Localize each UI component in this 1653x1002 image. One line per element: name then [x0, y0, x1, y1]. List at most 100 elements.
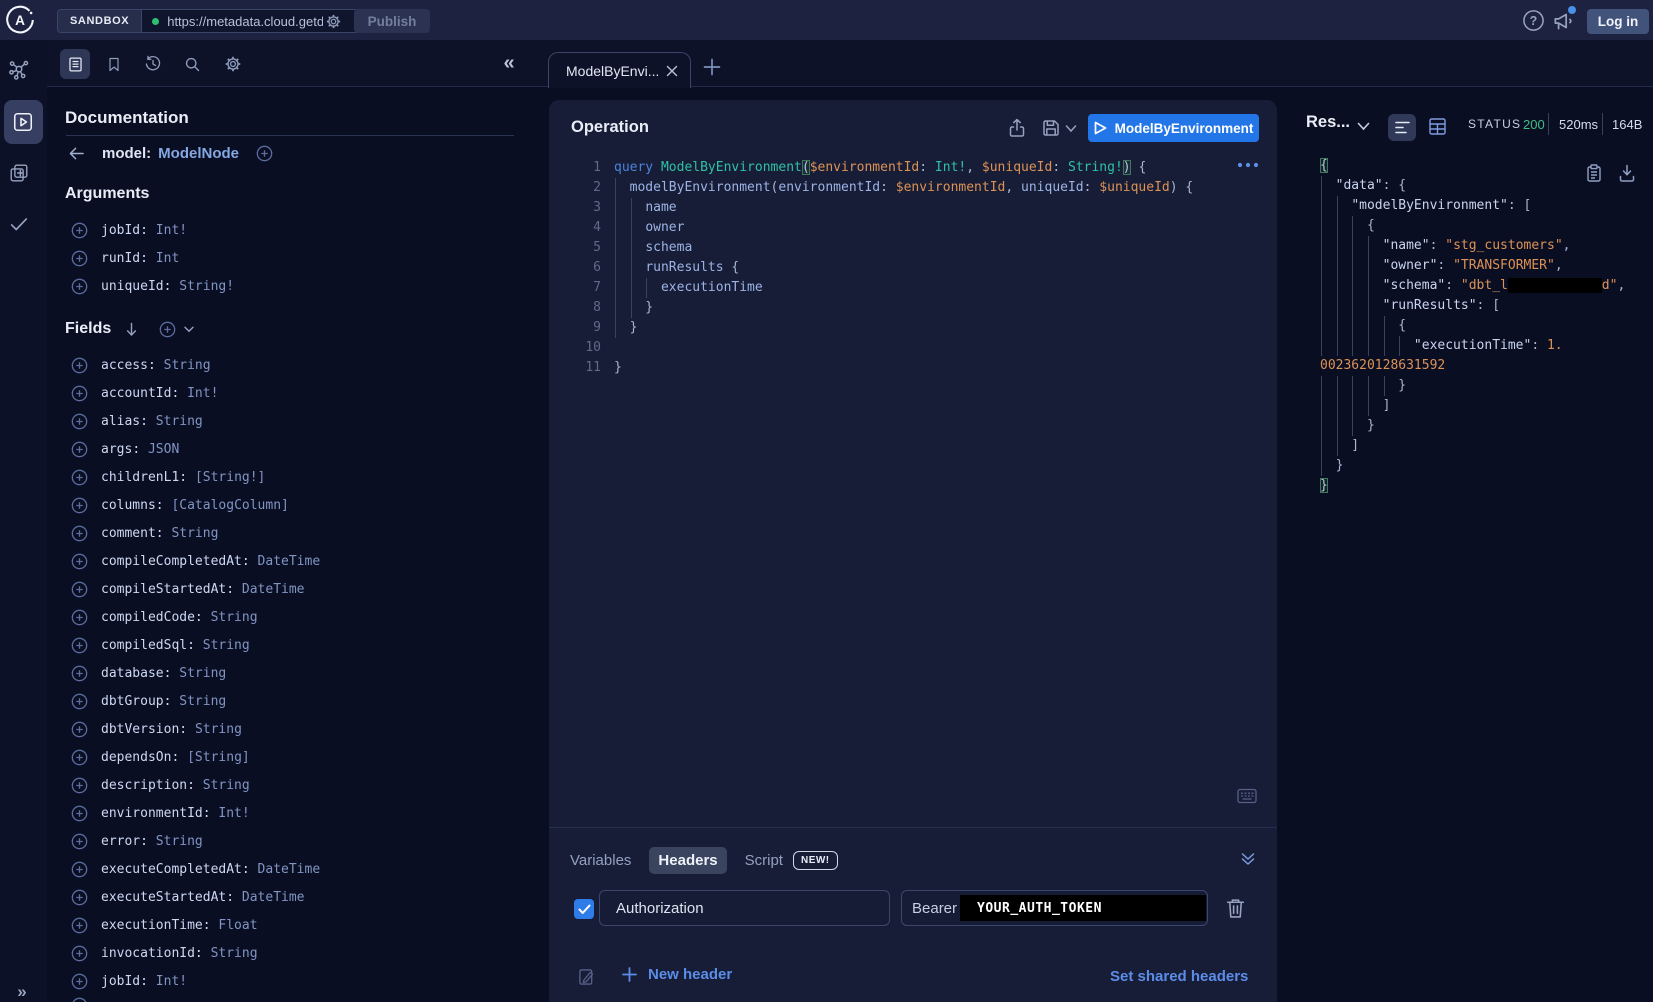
response-caret-icon[interactable] — [1357, 122, 1370, 131]
field-name[interactable]: executionTime — [101, 918, 203, 933]
field-name[interactable]: runId — [101, 251, 140, 266]
field-type[interactable]: DateTime — [242, 890, 305, 905]
field-name[interactable]: args — [101, 442, 132, 457]
field-type[interactable]: String — [195, 722, 242, 737]
history-button[interactable] — [138, 49, 168, 79]
edit-environment-icon[interactable] — [578, 968, 595, 986]
run-operation-button[interactable]: ModelByEnvironment — [1088, 114, 1259, 142]
field-name[interactable]: error — [101, 834, 140, 849]
add-field-icon[interactable] — [71, 749, 88, 766]
add-field-icon[interactable] — [71, 497, 88, 514]
sort-fields-icon[interactable] — [125, 322, 138, 337]
field-name[interactable]: dbtVersion — [101, 722, 179, 737]
field-name[interactable]: executeCompletedAt — [101, 862, 242, 877]
request-tab-variables[interactable]: Variables — [559, 847, 642, 874]
search-button[interactable] — [177, 49, 207, 79]
collapse-request-section-icon[interactable] — [1240, 851, 1256, 867]
request-tab-script[interactable]: Script — [734, 847, 788, 874]
delete-header-icon[interactable] — [1225, 897, 1246, 919]
field-type[interactable]: String — [156, 414, 203, 429]
header-enabled-checkbox[interactable] — [574, 899, 594, 919]
set-shared-headers-button[interactable]: Set shared headers — [1110, 968, 1248, 985]
field-type[interactable]: Int! — [218, 806, 249, 821]
add-field-icon[interactable] — [71, 385, 88, 402]
field-type[interactable]: String — [203, 638, 250, 653]
collapse-sidebar-icon[interactable]: « — [496, 48, 522, 78]
expand-rail-icon[interactable]: » — [10, 980, 34, 1002]
field-type[interactable]: Int! — [156, 223, 187, 238]
checks-icon[interactable] — [8, 213, 30, 235]
endpoint-settings-icon[interactable] — [325, 13, 342, 30]
add-field-icon[interactable] — [71, 609, 88, 626]
table-view-icon[interactable] — [1429, 118, 1446, 135]
field-type[interactable]: String — [156, 834, 203, 849]
add-field-icon[interactable] — [71, 413, 88, 430]
add-field-icon[interactable] — [71, 222, 88, 239]
add-fields-caret-icon[interactable] — [184, 326, 194, 333]
add-field-icon[interactable] — [71, 861, 88, 878]
add-field-icon[interactable] — [71, 997, 88, 1002]
apollo-logo-icon[interactable]: A — [4, 4, 36, 36]
field-type[interactable]: String! — [179, 279, 234, 294]
add-fields-icon[interactable] — [159, 321, 176, 338]
publish-button[interactable]: Publish — [354, 9, 430, 33]
field-type[interactable]: DateTime — [258, 554, 321, 569]
add-field-icon[interactable] — [71, 917, 88, 934]
field-name[interactable]: dependsOn — [101, 750, 171, 765]
add-field-icon[interactable] — [71, 525, 88, 542]
help-icon[interactable]: ? — [1522, 9, 1545, 32]
add-field-icon[interactable] — [71, 945, 88, 962]
new-tab-icon[interactable] — [703, 58, 721, 76]
add-field-icon[interactable] — [71, 805, 88, 822]
endpoint-url-input[interactable]: https://metadata.cloud.getdb — [142, 10, 358, 32]
field-name[interactable]: jobId — [101, 974, 140, 989]
add-field-icon[interactable] — [71, 441, 88, 458]
add-field-icon[interactable] — [71, 278, 88, 295]
add-field-icon[interactable] — [71, 637, 88, 654]
save-icon[interactable] — [1041, 118, 1061, 138]
share-icon[interactable] — [1007, 118, 1027, 138]
field-name[interactable]: environmentId — [101, 806, 203, 821]
field-type[interactable]: [String] — [187, 750, 250, 765]
schema-graph-icon[interactable] — [8, 59, 30, 81]
operation-tab[interactable]: ModelByEnvi... — [548, 52, 691, 88]
field-name[interactable]: columns — [101, 498, 156, 513]
field-name[interactable]: comment — [101, 526, 156, 541]
field-name[interactable]: access — [101, 358, 148, 373]
copy-response-icon[interactable] — [1586, 164, 1602, 182]
field-name[interactable]: compiledSql — [101, 638, 187, 653]
field-type[interactable]: String — [164, 358, 211, 373]
field-type[interactable]: String — [203, 778, 250, 793]
field-type[interactable]: Int! — [187, 386, 218, 401]
add-field-icon[interactable] — [71, 665, 88, 682]
field-name[interactable]: compileCompletedAt — [101, 554, 242, 569]
docs-panel-button[interactable] — [60, 49, 90, 79]
field-name[interactable]: accountId — [101, 386, 171, 401]
save-options-caret-icon[interactable] — [1065, 124, 1077, 134]
add-field-icon[interactable] — [71, 889, 88, 906]
graphql-editor[interactable]: 1query ModelByEnvironment($environmentId… — [549, 148, 1277, 828]
field-type[interactable]: Int! — [156, 974, 187, 989]
header-value-input[interactable]: Bearer YOUR_AUTH_TOKEN — [901, 890, 1208, 926]
field-name[interactable]: database — [101, 666, 164, 681]
add-field-icon[interactable] — [71, 721, 88, 738]
add-field-icon[interactable] — [71, 469, 88, 486]
explorer-icon[interactable] — [12, 111, 34, 133]
field-name[interactable]: jobId — [101, 223, 140, 238]
response-title[interactable]: Res... — [1306, 113, 1350, 132]
tree-view-button[interactable] — [1388, 114, 1416, 141]
field-name[interactable]: alias — [101, 414, 140, 429]
settings-button[interactable] — [218, 49, 248, 79]
field-name[interactable]: executeStartedAt — [101, 890, 226, 905]
field-type[interactable]: String — [211, 610, 258, 625]
field-type[interactable]: String — [179, 694, 226, 709]
add-field-icon[interactable] — [71, 693, 88, 710]
add-all-fields-icon[interactable] — [256, 145, 273, 162]
login-button[interactable]: Log in — [1587, 9, 1649, 34]
add-field-icon[interactable] — [71, 553, 88, 570]
field-type[interactable]: JSON — [148, 442, 179, 457]
close-tab-icon[interactable] — [664, 63, 680, 79]
field-type[interactable]: [CatalogColumn] — [171, 498, 288, 513]
back-arrow-icon[interactable] — [68, 146, 85, 161]
new-header-button[interactable]: New header — [622, 966, 732, 983]
